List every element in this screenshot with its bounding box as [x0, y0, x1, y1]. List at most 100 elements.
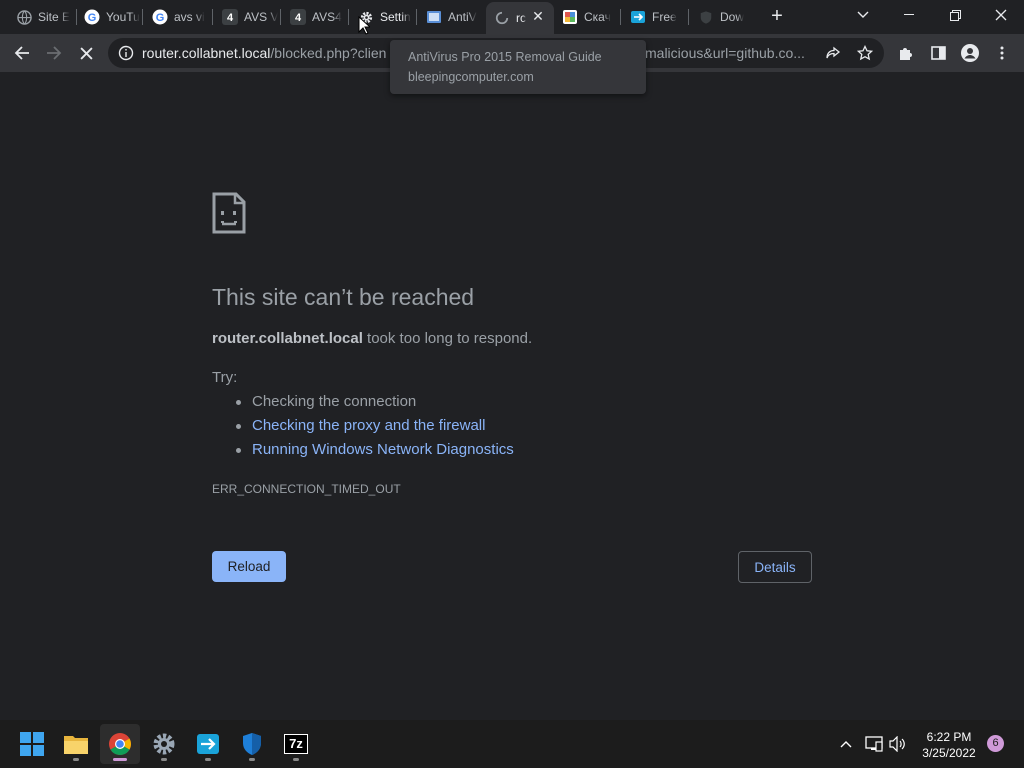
tab-download[interactable]: Dow [690, 3, 754, 31]
svg-text:4: 4 [227, 12, 234, 24]
tab-antivirus[interactable]: AntiV [418, 3, 484, 31]
error-message-suffix: took too long to respond. [362, 330, 533, 347]
remote-app-icon [197, 734, 219, 754]
tab-active-router[interactable]: rc ✕ [486, 2, 554, 34]
restore-icon [949, 9, 961, 21]
reload-button[interactable]: Reload [212, 551, 286, 582]
error-host: router.collabnet.local [212, 330, 363, 347]
forward-button[interactable] [40, 39, 68, 67]
extensions-button[interactable] [896, 43, 916, 63]
tab-separator [620, 9, 621, 25]
svg-text:G: G [88, 12, 97, 24]
stop-loading-button[interactable] [72, 39, 100, 67]
close-tab-icon[interactable]: ✕ [530, 8, 546, 24]
running-indicator [205, 758, 211, 761]
tab-label: Free [652, 10, 677, 24]
error-code: ERR_CONNECTION_TIMED_OUT [212, 482, 401, 496]
windows-taskbar: 7z 6:22 PM 3/25/2022 6 [0, 720, 1024, 768]
settings-gear-icon [153, 733, 175, 755]
chrome-taskbar-button[interactable] [100, 724, 140, 764]
tab-youtube[interactable]: G YouTu [76, 3, 142, 31]
running-indicator [249, 758, 255, 761]
clock[interactable]: 6:22 PM 3/25/2022 [912, 729, 986, 761]
profile-icon [961, 44, 979, 62]
7zip-taskbar-button[interactable]: 7z [276, 724, 316, 764]
tooltip-domain: bleepingcomputer.com [408, 70, 534, 84]
error-message: router.collabnet.local took too long to … [212, 330, 532, 347]
url-path-end: malicious&url=github.co... [645, 45, 805, 61]
tab-site[interactable]: Site E [8, 3, 76, 31]
restore-button[interactable] [932, 0, 978, 30]
profile-button[interactable] [960, 43, 980, 63]
tab-avs-search[interactable]: G avs vi [144, 3, 212, 31]
url-path: /blocked.php?clien [270, 45, 387, 61]
security-taskbar-button[interactable] [232, 724, 272, 764]
tab-label: AVS4 [312, 10, 342, 24]
file-explorer-icon [64, 736, 88, 754]
suggestion-check-proxy-link[interactable]: Checking the proxy and the firewall [236, 416, 514, 440]
globe-icon [16, 9, 32, 25]
start-button[interactable] [12, 724, 52, 764]
tab-label: avs vi [174, 10, 205, 24]
minimize-button[interactable] [886, 0, 932, 30]
url-host: router.collabnet.local [142, 45, 271, 61]
puzzle-icon [900, 48, 912, 60]
network-tray-button[interactable] [864, 734, 884, 754]
7zip-icon: 7z [284, 734, 308, 754]
running-indicator [293, 758, 299, 761]
tab-label: Site E [38, 10, 71, 24]
close-window-button[interactable] [978, 0, 1024, 30]
tab-label: YouTu [106, 10, 140, 24]
file-explorer-button[interactable] [56, 724, 96, 764]
tab-separator [280, 9, 281, 25]
show-hidden-icons-button[interactable] [836, 734, 856, 754]
tab-separator [688, 9, 689, 25]
tab-download-ru[interactable]: Скач [554, 3, 620, 31]
clock-date: 3/25/2022 [922, 746, 976, 760]
info-icon[interactable] [118, 45, 134, 66]
bookmark-star-icon[interactable] [856, 44, 874, 62]
menu-button[interactable] [992, 43, 1012, 63]
suggestion-network-diagnostics-link[interactable]: Running Windows Network Diagnostics [236, 440, 514, 464]
notification-badge[interactable]: 6 [987, 735, 1004, 752]
svg-text:4: 4 [295, 12, 302, 24]
remote-app-taskbar-button[interactable] [188, 724, 228, 764]
windows-start-icon [20, 732, 44, 756]
settings-taskbar-button[interactable] [144, 724, 184, 764]
network-icon [865, 736, 883, 752]
mouse-cursor-icon [358, 16, 370, 35]
sad-page-icon [212, 192, 246, 239]
suggestion-list: Checking the connection Checking the pro… [236, 392, 514, 464]
tab-label: Скач [584, 10, 611, 24]
details-button[interactable]: Details [738, 551, 812, 583]
tab-label: AVS V [244, 10, 279, 24]
tab-free[interactable]: Free [622, 3, 688, 31]
tab-avs4[interactable]: 4 AVS4 [282, 3, 348, 31]
clock-time: 6:22 PM [926, 730, 972, 744]
tab-strip: Site E G YouTu G avs vi 4 AVS V 4 AVS4 S… [0, 0, 1024, 34]
more-vert-icon [1000, 46, 1004, 60]
tab-avs-video[interactable]: 4 AVS V [214, 3, 280, 31]
running-indicator [113, 758, 127, 761]
suggestion-check-connection: Checking the connection [236, 392, 514, 416]
tab-separator [416, 9, 417, 25]
back-button[interactable] [8, 39, 36, 67]
tab-separator [212, 9, 213, 25]
shield-icon [698, 9, 714, 25]
google-icon: G [84, 9, 100, 25]
tab-hover-tooltip: AntiVirus Pro 2015 Removal Guide bleepin… [390, 40, 646, 94]
new-tab-button[interactable]: + [765, 5, 789, 29]
running-indicator [161, 758, 167, 761]
share-icon[interactable] [824, 44, 842, 62]
minimize-icon [904, 14, 914, 15]
svg-text:G: G [156, 12, 165, 24]
download-site-icon [562, 9, 578, 25]
side-panel-button[interactable] [928, 43, 948, 63]
running-indicator [73, 758, 79, 761]
close-icon [995, 9, 1007, 21]
chrome-icon [109, 733, 131, 755]
windows-security-icon [243, 733, 261, 755]
avs4you-icon: 4 [222, 9, 238, 25]
volume-tray-button[interactable] [888, 734, 908, 754]
tab-search-button[interactable] [840, 0, 886, 30]
